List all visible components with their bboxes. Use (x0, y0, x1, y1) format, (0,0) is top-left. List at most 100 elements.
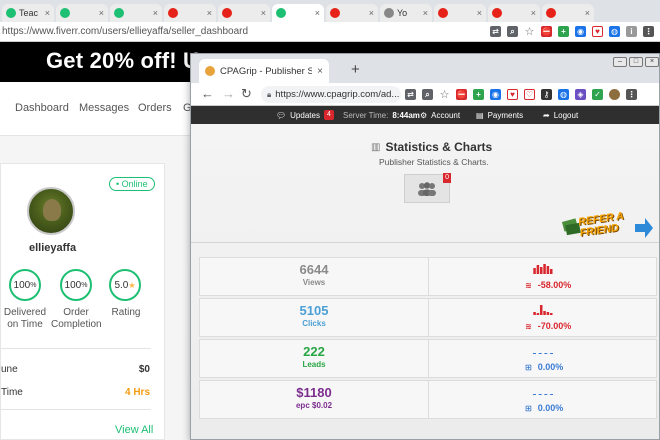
users-icon (418, 181, 436, 196)
background-tab-strip: Teac × × × × × × × Yo × × × × (0, 0, 660, 22)
extension-icon[interactable]: ◉ (490, 89, 501, 100)
background-tab[interactable]: Teac × (2, 4, 54, 22)
adblock-icon[interactable]: ⛔ (456, 89, 467, 100)
plus-extension-icon[interactable]: + (473, 89, 484, 100)
response-time-value: 4 Hrs (124, 387, 150, 398)
online-status-badge: • Online (109, 177, 155, 191)
close-tab-icon[interactable]: × (531, 8, 536, 18)
updates-menu[interactable]: 💬︎ Updates 4 (276, 106, 334, 124)
stat-total-cell: 222 Leads (200, 340, 429, 377)
view-all-link[interactable]: View All (115, 424, 153, 436)
sparkline-chart (533, 264, 553, 274)
logout-menu[interactable]: ➦ Logout (543, 106, 578, 124)
maximize-window-button[interactable]: □ (629, 57, 643, 67)
background-tab[interactable]: × (110, 4, 162, 22)
page-title: ▥ Statistics & Charts (371, 140, 492, 154)
background-tab[interactable]: × (542, 4, 594, 22)
back-icon[interactable]: ← (201, 86, 214, 101)
info-icon[interactable]: i (626, 26, 637, 37)
zoom-icon[interactable]: ⌕ (507, 26, 518, 37)
close-tab-icon[interactable]: × (317, 66, 323, 77)
updates-label: Updates (290, 110, 320, 120)
zoom-icon[interactable]: ⌕ (422, 89, 433, 100)
tab-favicon-icon (60, 8, 70, 18)
cpagrip-address-bar: ← → ↻ 🔒︎ https://www.cpagrip.com/ad... ⇄… (191, 83, 659, 106)
cpagrip-content: ▥ Statistics & Charts Publisher Statisti… (191, 124, 659, 439)
background-tab[interactable]: × (272, 4, 324, 22)
background-tab[interactable]: × (488, 4, 540, 22)
close-tab-icon[interactable]: × (477, 8, 482, 18)
tab-label: Yo (397, 8, 408, 18)
account-menu[interactable]: ⚙ Account (420, 106, 460, 124)
forward-icon[interactable]: → (222, 86, 235, 101)
gear-icon: ⚙ (420, 110, 428, 120)
reload-icon[interactable]: ↻ (241, 86, 252, 102)
tab-favicon-icon (168, 8, 178, 18)
stat-total-cell: 6644 Views (200, 258, 429, 295)
translate-icon[interactable]: ⇄ (405, 89, 416, 100)
stats-table: 6644 Views ≋ -58.00% 5105 Clicks ≋ -70.00% 222 Le… (199, 257, 657, 421)
menu-icon[interactable]: ⋮ (643, 26, 654, 37)
heart-icon[interactable]: ♥ (592, 26, 603, 37)
username[interactable]: ellieyaffa (29, 242, 76, 254)
extension-icon[interactable]: ◉ (575, 26, 586, 37)
account-label: Account (431, 110, 461, 120)
background-url[interactable]: https://www.fiverr.com/users/ellieyaffa/… (2, 26, 248, 37)
background-tab[interactable]: Yo × (380, 4, 432, 22)
close-tab-icon[interactable]: × (207, 8, 212, 18)
close-window-button[interactable]: × (645, 57, 659, 67)
close-tab-icon[interactable]: × (99, 8, 104, 18)
cpagrip-tab[interactable]: CPAGrip - Publisher Stats × (199, 59, 329, 83)
close-tab-icon[interactable]: × (423, 8, 428, 18)
payments-menu[interactable]: ▤ Payments (476, 106, 523, 124)
minimize-window-button[interactable]: – (613, 57, 627, 67)
heart-outline-icon[interactable]: ♡ (524, 89, 535, 100)
cpagrip-url-input[interactable]: 🔒︎ https://www.cpagrip.com/ad... (261, 86, 401, 103)
close-tab-icon[interactable]: × (369, 8, 374, 18)
star-icon[interactable]: ☆ (524, 26, 535, 38)
referrals-button[interactable]: 0 (404, 173, 451, 203)
plus-extension-icon[interactable]: + (558, 26, 569, 37)
profile-avatar-icon[interactable] (609, 89, 620, 100)
key-icon[interactable]: ⚷ (541, 89, 552, 100)
translate-icon[interactable]: ⇄ (490, 26, 501, 37)
rating-star-icon: ★ (128, 280, 136, 290)
star-icon[interactable]: ☆ (439, 89, 450, 101)
trend-flat-icon: ⊞ (525, 362, 532, 372)
nav-orders[interactable]: Orders (138, 102, 172, 114)
stat-name: Clicks (302, 319, 326, 328)
nav-dashboard[interactable]: Dashboard (15, 102, 69, 114)
close-tab-icon[interactable]: × (585, 8, 590, 18)
menu-icon[interactable]: ⋮ (626, 89, 637, 100)
nav-messages[interactable]: Messages (79, 102, 129, 114)
heart-icon[interactable]: ♥ (507, 89, 518, 100)
background-tab[interactable]: × (434, 4, 486, 22)
flat-trend-line (533, 353, 553, 354)
background-tab[interactable]: × (218, 4, 270, 22)
background-tab[interactable]: × (326, 4, 378, 22)
close-tab-icon[interactable]: × (261, 8, 266, 18)
shield-icon[interactable]: ◈ (575, 89, 586, 100)
globe-icon[interactable]: ◍ (609, 26, 620, 37)
divider (1, 348, 151, 349)
rating-label: Rating (111, 307, 141, 318)
adblock-icon[interactable]: ⛔ (541, 26, 552, 37)
stat-row: 222 Leads ⊞ 0.00% (199, 339, 657, 378)
check-icon[interactable]: ✓ (592, 89, 603, 100)
close-tab-icon[interactable]: × (315, 8, 320, 18)
close-tab-icon[interactable]: × (153, 8, 158, 18)
rating-stat-circle: 5.0 ★ (109, 269, 141, 301)
completion-unit: % (81, 281, 88, 289)
avatar[interactable] (27, 187, 75, 235)
globe-icon[interactable]: ◍ (558, 89, 569, 100)
cpagrip-tab-title: CPAGrip - Publisher Stats (220, 65, 312, 77)
refer-a-friend-banner[interactable]: REFER A FRIEND (561, 210, 653, 242)
tab-favicon-icon (6, 8, 16, 18)
close-tab-icon[interactable]: × (45, 8, 50, 18)
cpagrip-extension-icons: ⇄ ⌕ ☆ ⛔ + ◉ ♥ ♡ ⚷ ◍ ◈ ✓ ⋮ (405, 89, 637, 101)
background-tab[interactable]: × (56, 4, 108, 22)
stat-row: $1180 epc $0.02 ⊞ 0.00% (199, 380, 657, 419)
new-tab-button[interactable]: + (351, 61, 360, 78)
background-address-bar[interactable]: https://www.fiverr.com/users/ellieyaffa/… (0, 22, 660, 42)
background-tab[interactable]: × (164, 4, 216, 22)
